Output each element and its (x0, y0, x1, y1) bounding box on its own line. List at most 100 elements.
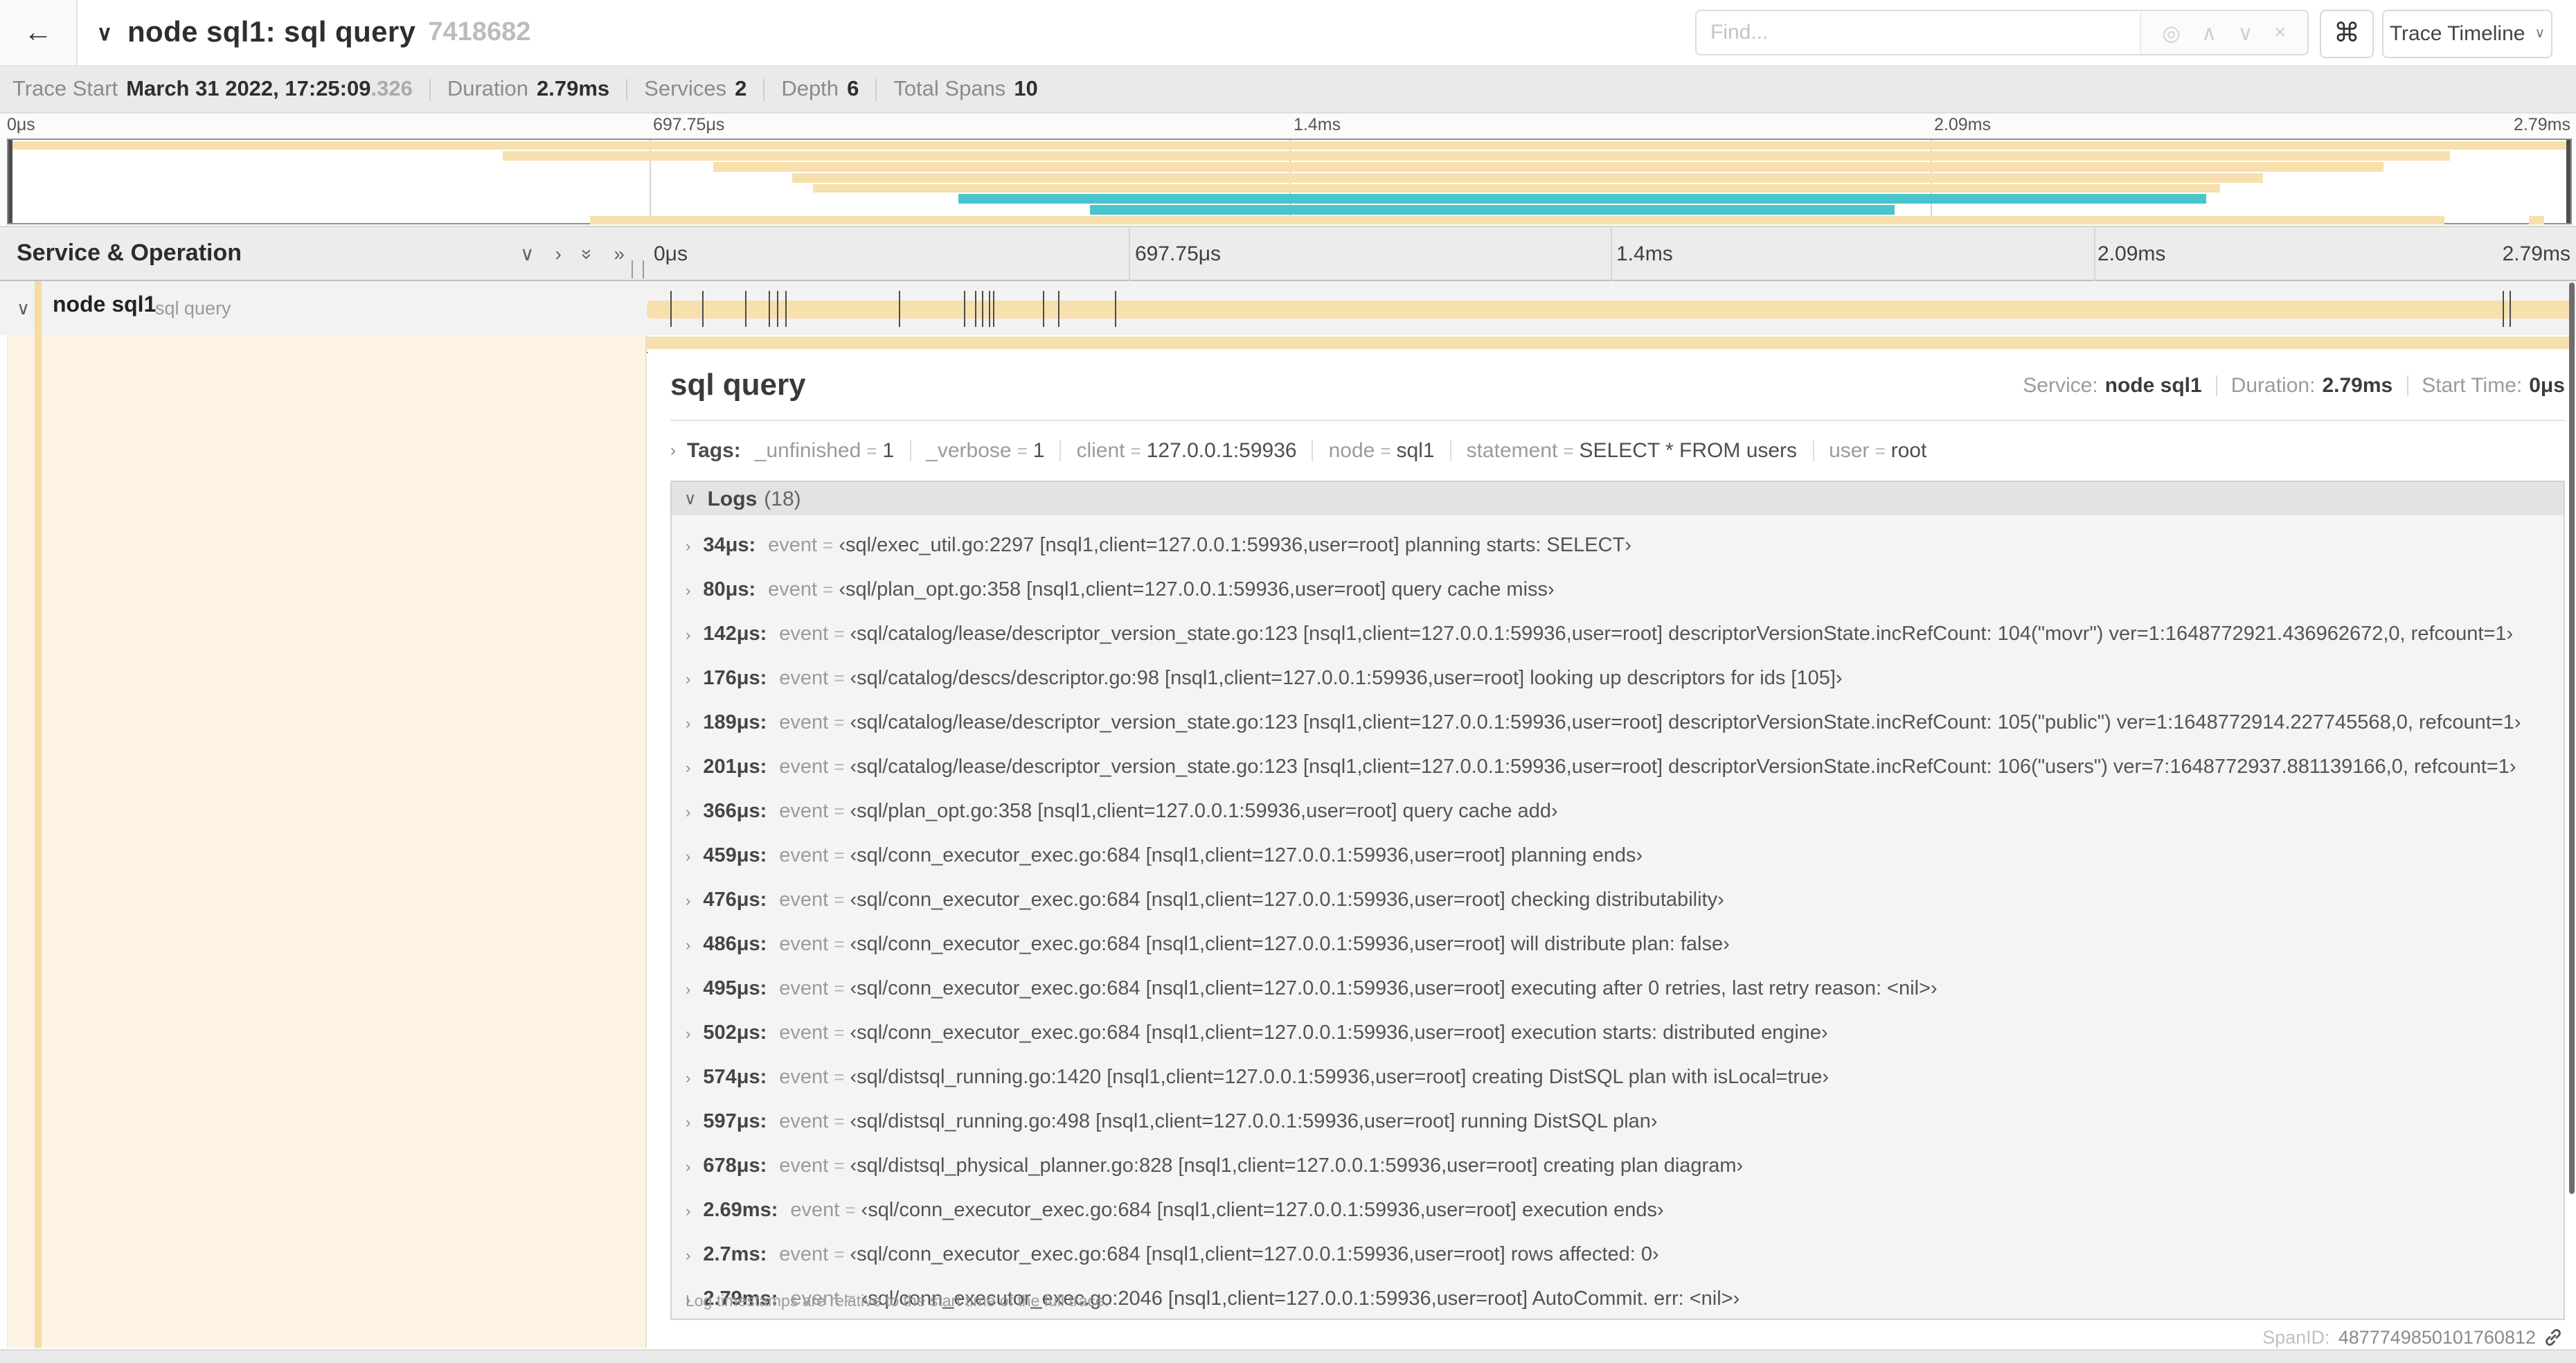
log-row[interactable]: › 189μs: event = ‹sql/catalog/lease/descript… (686, 712, 2555, 740)
equals-sign: = (1017, 440, 1028, 461)
log-row[interactable]: › 2.7ms: event = ‹sql/conn_executor_exec.go:… (686, 1244, 2555, 1272)
log-expander-chevron-icon[interactable]: › (686, 805, 690, 821)
view-selector-button[interactable]: Trace Timeline ∨ (2382, 10, 2552, 58)
span-color-stripe (35, 335, 42, 1348)
log-expander-chevron-icon[interactable]: › (686, 893, 690, 910)
log-timestamp: 80μs: (703, 579, 756, 601)
log-row[interactable]: › 486μs: event = ‹sql/conn_executor_exec.go:… (686, 934, 2555, 961)
log-expander-chevron-icon[interactable]: › (686, 1204, 690, 1220)
log-expander-chevron-icon[interactable]: › (686, 716, 690, 733)
log-row[interactable]: › 574μs: event = ‹sql/distsql_running.go:142… (686, 1067, 2555, 1094)
log-row[interactable]: › 597μs: event = ‹sql/distsql_running.go:498… (686, 1111, 2555, 1139)
meta-value: 2.79ms (537, 77, 610, 100)
log-row[interactable]: › 176μs: event = ‹sql/catalog/descs/descript… (686, 668, 2555, 695)
log-marker-tick (670, 291, 672, 327)
log-expander-chevron-icon[interactable]: › (686, 627, 690, 644)
span-duration-bar[interactable] (647, 301, 2572, 319)
equals-sign: = (1130, 440, 1141, 461)
log-field-value: ‹sql/conn_executor_exec.go:684 [nsql1,cl… (850, 1244, 1659, 1266)
prev-result-icon[interactable]: ∧ (2201, 20, 2217, 45)
back-button[interactable]: ← (0, 0, 78, 65)
keyboard-shortcuts-button[interactable]: ⌘ (2320, 10, 2374, 58)
meta-label: Services (644, 77, 727, 100)
tag-key: _verbose (926, 438, 1012, 462)
tag-item[interactable]: user = root (1829, 438, 1926, 462)
log-row[interactable]: › 495μs: event = ‹sql/conn_executor_exec.go:… (686, 978, 2555, 1006)
duration-value: 2.79ms (2322, 373, 2393, 397)
log-row[interactable]: › 34μs: event = ‹sql/exec_util.go:2297 [nsql… (686, 535, 2555, 562)
log-expander-chevron-icon[interactable]: › (686, 938, 690, 954)
minimap-tick-label: 0μs (7, 115, 35, 134)
equals-sign: = (834, 712, 845, 733)
log-row[interactable]: › 366μs: event = ‹sql/plan_opt.go:358 [nsql1… (686, 801, 2555, 828)
tree-collapse-controls: ∨ › » » (520, 242, 625, 265)
log-timestamp: 495μs: (703, 978, 767, 1000)
tag-item[interactable]: client = 127.0.0.1:59936 (1076, 438, 1296, 462)
expand-all-icon[interactable]: » (614, 242, 625, 265)
find-input[interactable] (1695, 10, 2140, 55)
log-field-key: event (779, 1067, 829, 1089)
back-arrow-icon: ← (24, 16, 53, 48)
vertical-scrollbar[interactable] (2569, 283, 2575, 1194)
span-row-node-sql1[interactable]: ∨ node sql1 sql query (0, 281, 2576, 335)
expand-one-icon[interactable]: › (555, 242, 561, 265)
logs-header[interactable]: ∨ Logs (18) (672, 482, 2564, 515)
next-result-icon[interactable]: ∨ (2238, 20, 2253, 45)
viewport-right-handle[interactable] (2566, 140, 2570, 223)
log-field-key: event (768, 579, 818, 601)
equals-sign: = (866, 440, 877, 461)
log-expander-chevron-icon[interactable]: › (686, 1071, 690, 1087)
meta-value: March 31 2022, 17:25:09 (126, 77, 371, 100)
find-addon: ◎ ∧ ∨ × (2140, 10, 2309, 55)
tag-item[interactable]: statement = SELECT * FROM users (1467, 438, 1797, 462)
log-field-key: event (779, 1111, 829, 1133)
log-field-key: event (790, 1200, 840, 1222)
minimap-canvas[interactable] (7, 139, 2572, 225)
tag-item[interactable]: _verbose = 1 (926, 438, 1044, 462)
tag-item[interactable]: _unfinished = 1 (755, 438, 894, 462)
collapse-all-icon[interactable]: » (576, 248, 600, 259)
divider (2215, 375, 2217, 395)
viewport-left-handle[interactable] (8, 140, 12, 223)
minimap-span-bar (812, 184, 2220, 193)
log-expander-chevron-icon[interactable]: › (686, 760, 690, 777)
log-expander-chevron-icon[interactable]: › (686, 1159, 690, 1176)
log-expander-chevron-icon[interactable]: › (686, 1248, 690, 1265)
service-operation-title: Service & Operation (17, 240, 242, 266)
collapse-one-icon[interactable]: ∨ (520, 242, 535, 265)
collapse-trace-chevron-icon[interactable]: ∨ (97, 20, 112, 45)
log-expander-chevron-icon[interactable]: › (686, 539, 690, 555)
detail-span-bar[interactable] (647, 337, 2572, 349)
log-expander-chevron-icon[interactable]: › (686, 583, 690, 600)
column-resizer-handle[interactable] (632, 260, 644, 278)
log-expander-chevron-icon[interactable]: › (686, 1115, 690, 1132)
log-row[interactable]: › 476μs: event = ‹sql/conn_executor_exec.go:… (686, 889, 2555, 917)
log-row[interactable]: › 678μs: event = ‹sql/distsql_physical_plann… (686, 1155, 2555, 1183)
log-expander-chevron-icon[interactable]: › (686, 982, 690, 999)
log-marker-tick (768, 291, 770, 327)
log-row[interactable]: › 502μs: event = ‹sql/conn_executor_exec.go:… (686, 1022, 2555, 1050)
log-field-value: ‹sql/catalog/lease/descriptor_version_st… (850, 623, 2514, 645)
span-service-name: node sql1 (53, 294, 156, 317)
tags-accordion[interactable]: › Tags: _unfinished = 1 _verbose = 1 client = 12… (670, 431, 2565, 470)
log-expander-chevron-icon[interactable]: › (686, 1026, 690, 1043)
tag-item[interactable]: node = sql1 (1329, 438, 1435, 462)
clear-find-icon[interactable]: × (2274, 21, 2287, 44)
copy-link-icon[interactable] (2544, 1328, 2562, 1346)
minimap-span-bar (958, 194, 2207, 204)
meta-label: Duration (447, 77, 529, 100)
tag-key: node (1328, 438, 1375, 462)
log-row[interactable]: › 459μs: event = ‹sql/conn_executor_exec.go:… (686, 845, 2555, 873)
duration-label: Duration: (2230, 373, 2316, 397)
log-expander-chevron-icon[interactable]: › (686, 849, 690, 866)
log-row[interactable]: › 80μs: event = ‹sql/plan_opt.go:358 [nsql1,… (686, 579, 2555, 607)
ruler-tick-label: 1.4ms (1616, 242, 1673, 266)
log-expander-chevron-icon[interactable]: › (686, 672, 690, 688)
log-row[interactable]: › 201μs: event = ‹sql/catalog/lease/descript… (686, 756, 2555, 784)
locate-icon[interactable]: ◎ (2162, 20, 2180, 45)
log-row[interactable]: › 142μs: event = ‹sql/catalog/lease/descript… (686, 623, 2555, 651)
span-expander-chevron-icon[interactable]: ∨ (17, 298, 30, 320)
tag-value: 127.0.0.1:59936 (1146, 438, 1297, 462)
log-marker-tick (975, 291, 977, 327)
log-row[interactable]: › 2.69ms: event = ‹sql/conn_executor_exec.go… (686, 1200, 2555, 1227)
